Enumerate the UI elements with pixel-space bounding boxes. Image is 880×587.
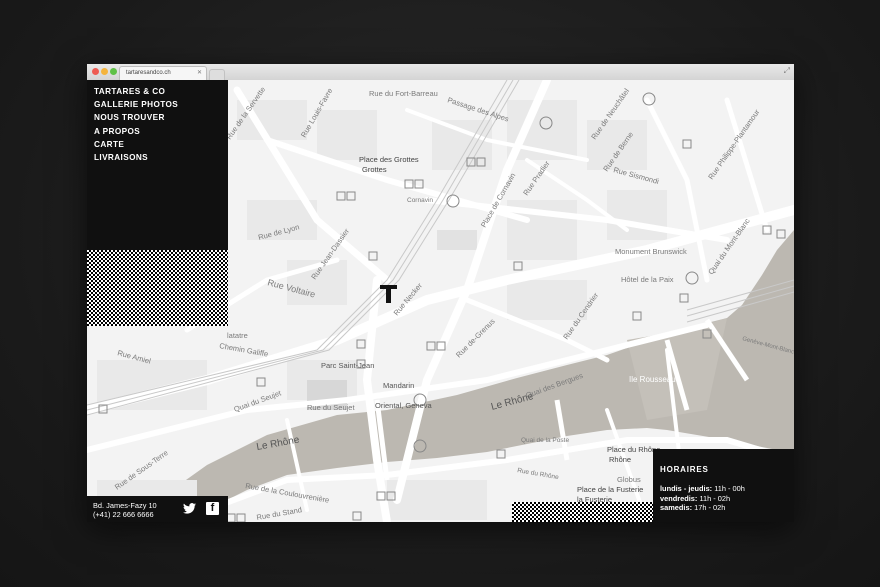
- hours-row: samedis: 17h - 02h: [660, 503, 726, 513]
- svg-text:Place de la Fusterie: Place de la Fusterie: [577, 485, 643, 494]
- svg-text:Monument Brunswick: Monument Brunswick: [615, 247, 687, 256]
- nav-link-about[interactable]: A PROPOS: [87, 125, 228, 138]
- svg-text:Rue du Seujet: Rue du Seujet: [307, 403, 355, 412]
- checker-pattern-strip: [512, 502, 653, 522]
- fullscreen-icon[interactable]: ⤢: [784, 66, 790, 76]
- svg-text:Rhône: Rhône: [609, 455, 631, 464]
- hours-row: vendredis: 11h - 02h: [660, 493, 731, 503]
- browser-toolbar: tartaresandco.ch ✕ ⤢: [87, 64, 794, 81]
- maximize-window-icon[interactable]: [110, 68, 117, 75]
- nav-link-gallery[interactable]: GALLERIE PHOTOS: [87, 98, 228, 111]
- tab-close-icon[interactable]: ✕: [197, 67, 202, 80]
- street-label: Rue du Fort-Barreau: [369, 89, 438, 98]
- street-label-partial: latatre: [227, 331, 248, 340]
- svg-text:Grottes: Grottes: [362, 165, 387, 174]
- svg-text:Quai de la Poste: Quai de la Poste: [521, 437, 569, 444]
- svg-text:Oriental, Geneva: Oriental, Geneva: [375, 401, 433, 410]
- svg-text:Hôtel de la Paix: Hôtel de la Paix: [621, 275, 674, 284]
- nav-link-delivery[interactable]: LIVRAISONS: [87, 151, 228, 164]
- nav-link-menu[interactable]: CARTE: [87, 138, 228, 151]
- twitter-icon[interactable]: [183, 502, 196, 515]
- browser-tab[interactable]: tartaresandco.ch ✕: [119, 66, 207, 80]
- svg-text:Globus: Globus: [617, 475, 641, 484]
- hours-title: HORAIRES: [660, 465, 709, 474]
- facebook-icon[interactable]: f: [206, 502, 219, 515]
- tab-url: tartaresandco.ch: [126, 70, 171, 76]
- svg-text:Mandarin: Mandarin: [383, 381, 414, 390]
- svg-text:Cornavin: Cornavin: [407, 197, 433, 204]
- minimize-window-icon[interactable]: [101, 68, 108, 75]
- opening-hours-panel: HORAIRES lundis - jeudis: 11h - 00h vend…: [653, 449, 794, 522]
- hours-row: lundis - jeudis: 11h - 00h: [660, 484, 745, 493]
- svg-text:Parc Saint-Jean: Parc Saint-Jean: [321, 361, 374, 370]
- nav-link-location[interactable]: NOUS TROUVER: [87, 111, 228, 124]
- contact-footer: Bd. James-Fazy 10 (+41) 22 666 6666 f: [87, 496, 228, 522]
- svg-text:Place des Grottes: Place des Grottes: [359, 155, 419, 164]
- close-window-icon[interactable]: [92, 68, 99, 75]
- main-navigation: TARTARES & CO GALLERIE PHOTOS NOUS TROUV…: [87, 80, 228, 250]
- svg-text:Ile Rousseau: Ile Rousseau: [629, 375, 676, 384]
- browser-window: tartaresandco.ch ✕ ⤢ Rue du Fort-Barreau…: [87, 64, 794, 522]
- nav-link-home[interactable]: TARTARES & CO: [87, 85, 228, 98]
- checker-pattern-block: [87, 250, 228, 326]
